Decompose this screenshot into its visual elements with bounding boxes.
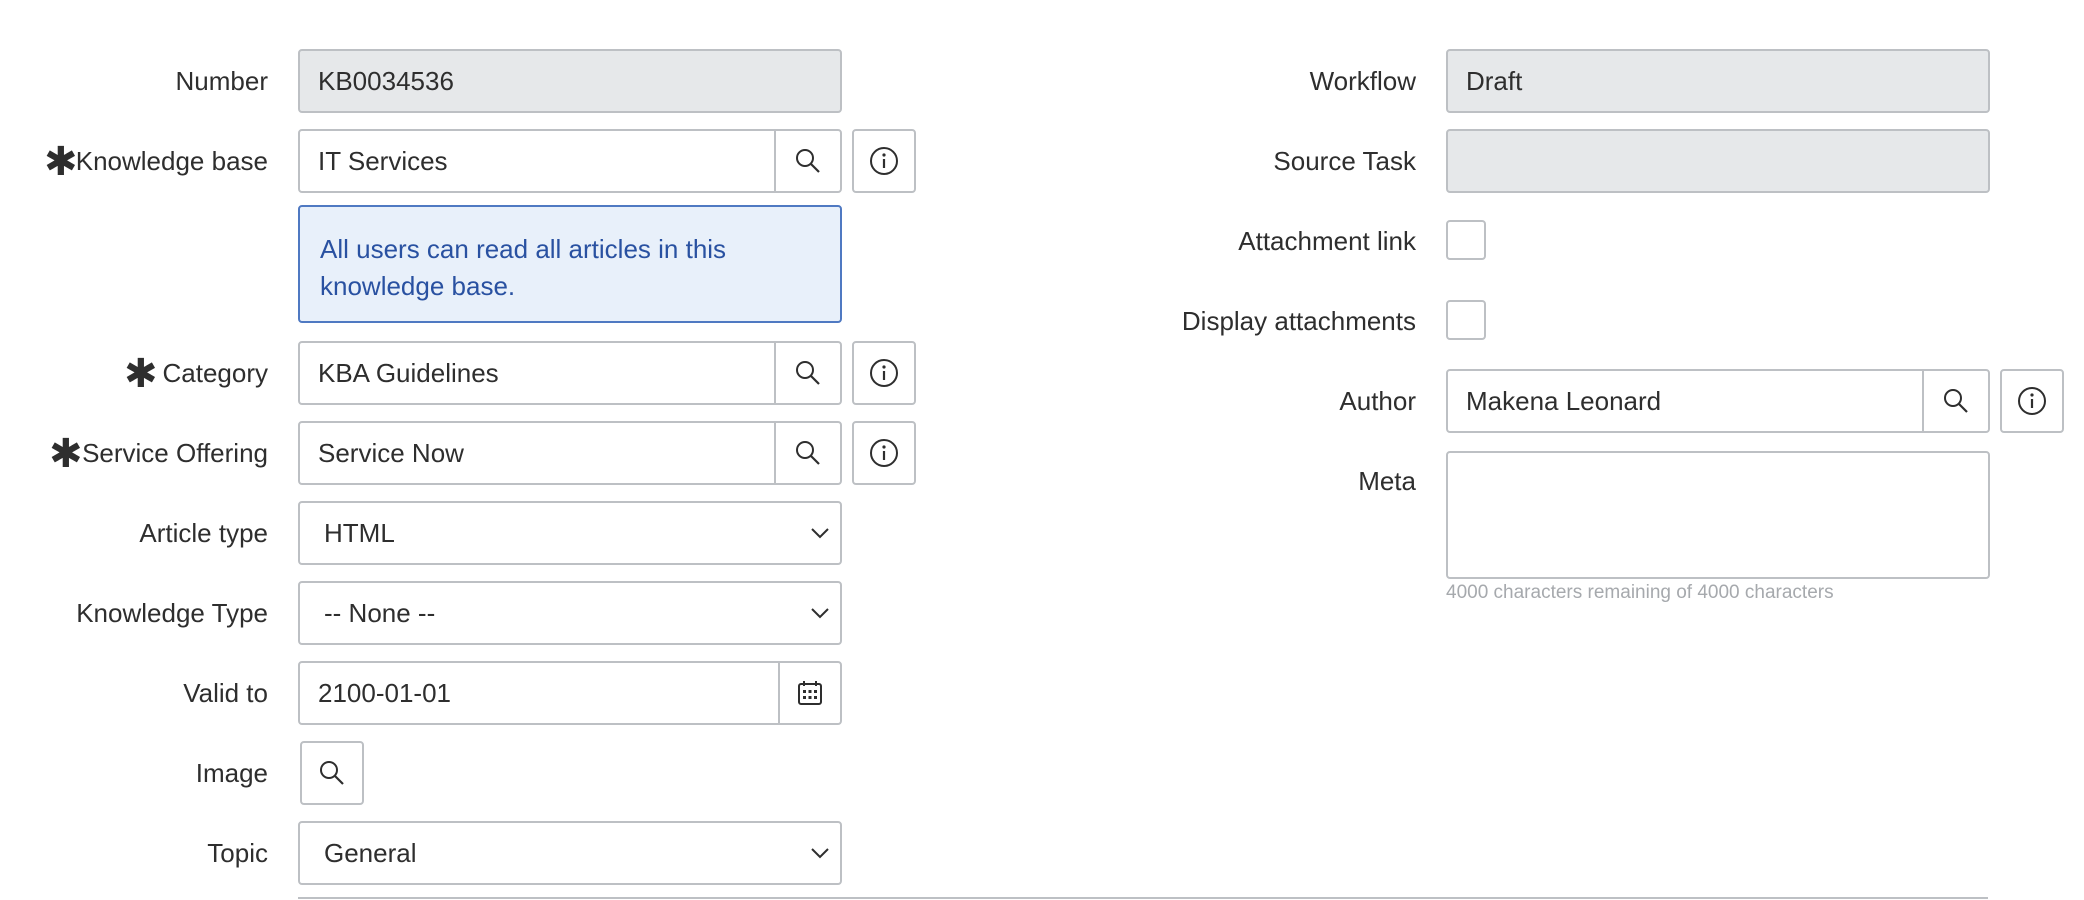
- meta-character-counter: 4000 characters remaining of 4000 charac…: [1446, 582, 1834, 603]
- display-attachments-checkbox[interactable]: [1446, 300, 1486, 340]
- knowledge-base-value[interactable]: IT Services: [300, 131, 774, 191]
- valid-to-value[interactable]: 2100-01-01: [300, 663, 778, 723]
- search-icon: [795, 440, 821, 466]
- article-type-label: Article type: [139, 518, 268, 548]
- knowledge-base-info-button[interactable]: [852, 129, 916, 193]
- knowledge-type-value: -- None --: [324, 597, 436, 628]
- image-lookup-button[interactable]: [300, 741, 364, 805]
- workflow-label: Workflow: [1309, 66, 1416, 96]
- info-icon: [869, 358, 899, 388]
- info-icon: [869, 146, 899, 176]
- category-value[interactable]: KBA Guidelines: [300, 343, 774, 403]
- required-asterisk-icon: ✱: [49, 432, 83, 476]
- category-label: Category: [162, 358, 269, 388]
- calendar-icon: [797, 680, 823, 706]
- source-task-label: Source Task: [1273, 146, 1416, 176]
- search-icon: [795, 360, 821, 386]
- category-field[interactable]: KBA Guidelines: [298, 341, 842, 405]
- valid-to-calendar-button[interactable]: [778, 663, 840, 723]
- knowledge-base-lookup-button[interactable]: [774, 131, 840, 191]
- article-type-value: HTML: [324, 517, 395, 548]
- knowledge-base-label: Knowledge base: [75, 146, 268, 176]
- service-offering-info-button[interactable]: [852, 421, 916, 485]
- search-icon: [795, 148, 821, 174]
- author-field[interactable]: Makena Leonard: [1446, 369, 1990, 433]
- meta-label: Meta: [1358, 466, 1416, 496]
- topic-value: General: [324, 837, 417, 868]
- chevron-down-icon: [808, 841, 832, 865]
- knowledge-base-notice: All users can read all articles in this …: [298, 205, 842, 323]
- required-asterisk-icon: ✱: [124, 352, 158, 396]
- category-info-button[interactable]: [852, 341, 916, 405]
- author-label: Author: [1339, 386, 1416, 416]
- number-field[interactable]: KB0034536: [298, 49, 842, 113]
- workflow-value: Draft: [1466, 65, 1523, 96]
- search-icon: [319, 760, 345, 786]
- valid-to-label: Valid to: [183, 678, 268, 708]
- author-lookup-button[interactable]: [1922, 371, 1988, 431]
- service-offering-label: Service Offering: [82, 438, 268, 468]
- number-label: Number: [175, 66, 268, 96]
- attachment-link-label: Attachment link: [1238, 226, 1416, 256]
- author-value[interactable]: Makena Leonard: [1448, 371, 1922, 431]
- service-offering-field[interactable]: Service Now: [298, 421, 842, 485]
- image-label: Image: [195, 758, 268, 788]
- knowledge-type-label: Knowledge Type: [76, 598, 268, 628]
- chevron-down-icon: [808, 601, 832, 625]
- knowledge-base-field[interactable]: IT Services: [298, 129, 842, 193]
- service-offering-lookup-button[interactable]: [774, 423, 840, 483]
- attachment-link-checkbox[interactable]: [1446, 220, 1486, 260]
- topic-select[interactable]: General: [298, 821, 842, 885]
- info-icon: [2017, 386, 2047, 416]
- required-asterisk-icon: ✱: [44, 140, 78, 184]
- valid-to-field[interactable]: 2100-01-01: [298, 661, 842, 725]
- service-offering-value[interactable]: Service Now: [300, 423, 774, 483]
- category-lookup-button[interactable]: [774, 343, 840, 403]
- chevron-down-icon: [808, 521, 832, 545]
- info-icon: [869, 438, 899, 468]
- knowledge-type-select[interactable]: -- None --: [298, 581, 842, 645]
- knowledge-base-notice-text: All users can read all articles in this …: [320, 234, 727, 301]
- workflow-field[interactable]: Draft: [1446, 49, 1990, 113]
- section-divider: [298, 897, 1988, 899]
- number-value: KB0034536: [318, 65, 454, 96]
- author-info-button[interactable]: [2000, 369, 2064, 433]
- display-attachments-label: Display attachments: [1181, 306, 1416, 336]
- topic-label: Topic: [207, 838, 268, 868]
- search-icon: [1943, 388, 1969, 414]
- source-task-field[interactable]: [1446, 129, 1990, 193]
- article-type-select[interactable]: HTML: [298, 501, 842, 565]
- meta-textarea[interactable]: [1446, 451, 1990, 579]
